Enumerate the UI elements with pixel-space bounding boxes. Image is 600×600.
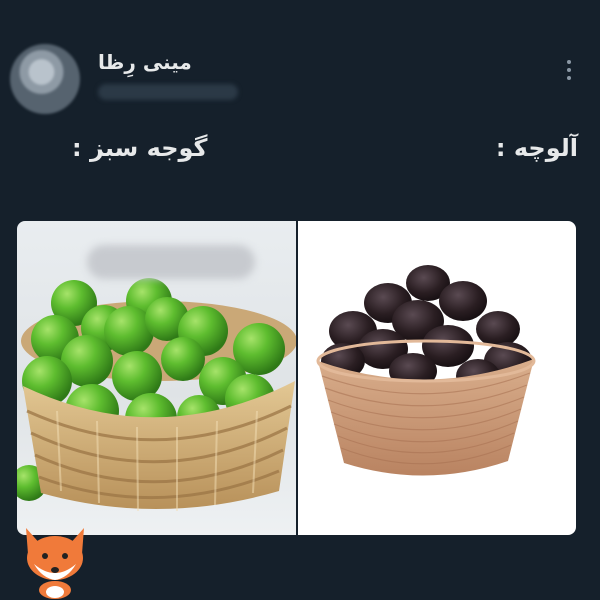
dot (567, 76, 571, 80)
avatar[interactable] (10, 44, 80, 114)
caption-left: گوجه سبز : (72, 134, 208, 162)
fox-sticker-icon (26, 528, 84, 599)
author-handle-blurred (98, 84, 238, 100)
author-name[interactable]: مینی رِظا (98, 50, 192, 74)
dot (567, 60, 571, 64)
green-plums-image[interactable] (17, 221, 296, 535)
dried-plums-illustration (316, 265, 535, 476)
media-grid[interactable] (17, 221, 576, 535)
blurred-watermark (87, 245, 255, 279)
more-vertical-icon[interactable] (566, 60, 572, 80)
dot (567, 68, 571, 72)
dried-plums-image[interactable] (297, 221, 576, 535)
caption-right: آلوچه : (495, 134, 578, 162)
tweet-card: مینی رِظا آلوچه : گوجه سبز : (0, 0, 600, 600)
